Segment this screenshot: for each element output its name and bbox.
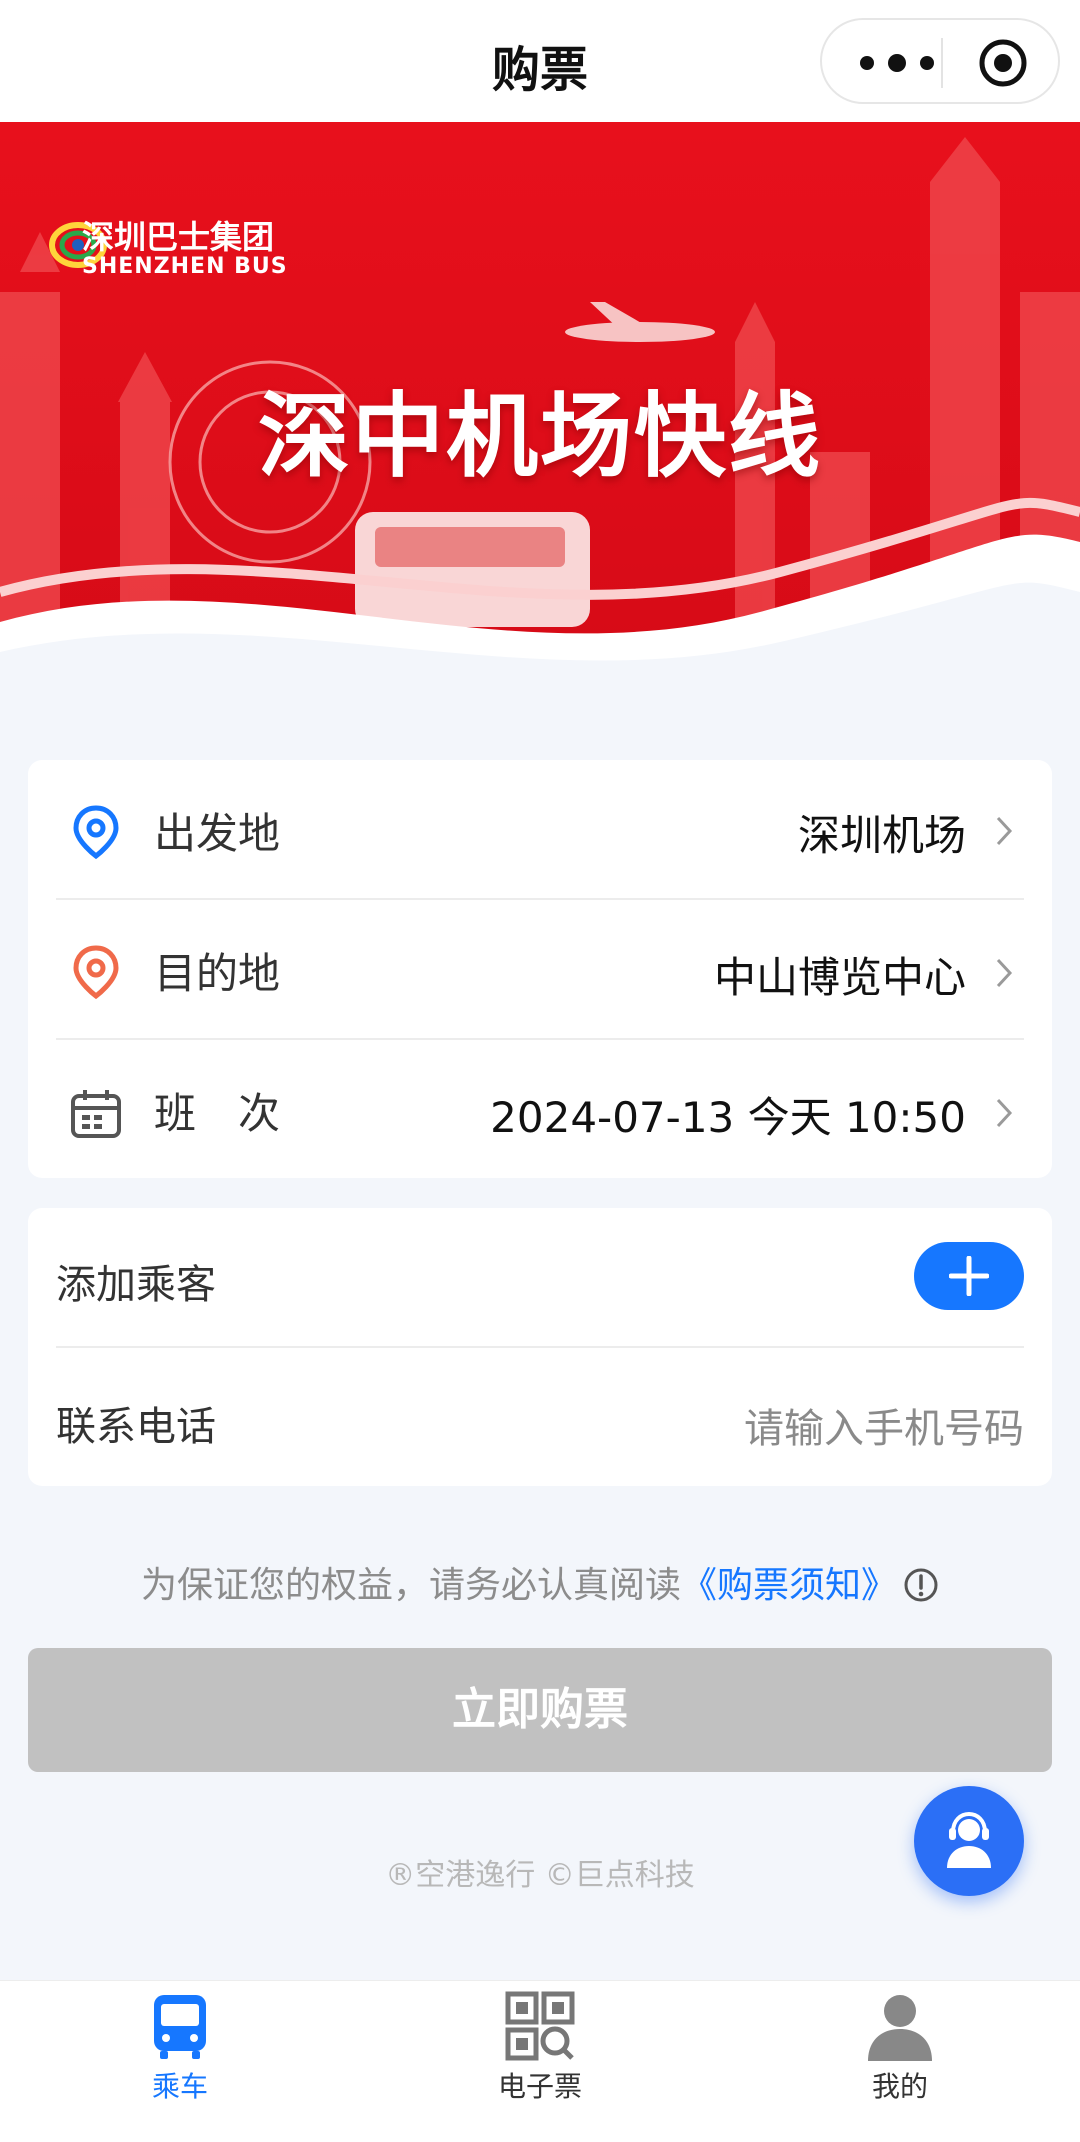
banner-image: 深圳巴士集团 SHENZHEN BUS 深中机场快线	[0, 122, 1080, 730]
phone-row: 联系电话 请输入手机号码	[28, 1348, 1052, 1486]
destination-label: 目的地	[154, 949, 281, 998]
phone-label: 联系电话	[56, 1404, 216, 1450]
close-miniprogram-icon[interactable]	[977, 37, 1029, 89]
destination-row[interactable]: 目的地 中山博览中心	[28, 900, 1052, 1040]
departure-label: 出发地	[154, 809, 281, 858]
banner-title: 深中机场快线	[257, 383, 822, 490]
info-icon[interactable]	[903, 1567, 939, 1603]
bus-icon	[154, 1995, 206, 2059]
calendar-icon	[71, 1090, 121, 1138]
logo-text-en: SHENZHEN BUS	[82, 254, 288, 279]
location-pin-icon	[73, 805, 119, 860]
schedule-row[interactable]: 班 次 2024-07-13 今天 10:50	[28, 1040, 1052, 1178]
tab-e-ticket-label: 电子票	[497, 2070, 582, 2103]
miniprogram-capsule	[820, 18, 1060, 104]
schedule-value: 2024-07-13 今天 10:50	[490, 1093, 966, 1142]
destination-pin-icon	[73, 945, 119, 1000]
user-icon	[868, 1995, 932, 2061]
qr-ticket-icon	[505, 1991, 575, 2061]
chevron-right-icon	[996, 816, 1013, 846]
tab-e-ticket[interactable]: 电子票	[440, 1991, 640, 2105]
add-passenger-button[interactable]	[914, 1242, 1024, 1310]
departure-row[interactable]: 出发地 深圳机场	[28, 760, 1052, 900]
purchase-notice: 为保证您的权益，请务必认真阅读《购票须知》	[0, 1556, 1080, 1608]
top-navigation-bar: 购票	[0, 0, 1080, 122]
departure-value: 深圳机场	[797, 811, 966, 860]
customer-service-button[interactable]	[914, 1786, 1024, 1896]
tab-mine-label: 我的	[871, 2070, 928, 2103]
tab-mine[interactable]: 我的	[800, 1991, 1000, 2105]
notice-text: 为保证您的权益，请务必认真阅读	[140, 1565, 681, 1606]
ticket-rules-link[interactable]: 《购票须知》	[681, 1565, 897, 1606]
schedule-label: 班 次	[154, 1089, 281, 1138]
add-passenger-row: 添加乘客	[28, 1208, 1052, 1348]
add-passenger-label: 添加乘客	[56, 1262, 216, 1308]
passenger-card: 添加乘客 联系电话 请输入手机号码	[28, 1208, 1052, 1486]
chevron-right-icon	[996, 958, 1013, 988]
bottom-tab-bar: 乘车 电子票 我的	[0, 1980, 1080, 2142]
capsule-divider	[941, 38, 943, 88]
more-options-icon[interactable]	[852, 46, 942, 80]
tab-ride-label: 乘车	[151, 2070, 208, 2103]
chevron-right-icon	[996, 1098, 1013, 1128]
logo-text-cn: 深圳巴士集团	[82, 218, 275, 256]
trip-selection-card: 出发地 深圳机场 目的地 中山博览中心 班 次 2024-07-13 今天 10…	[28, 760, 1052, 1178]
headset-agent-icon	[947, 1811, 991, 1868]
plus-icon	[949, 1256, 989, 1296]
buy-now-button[interactable]: 立即购票	[28, 1648, 1052, 1772]
tab-ride[interactable]: 乘车	[80, 1991, 280, 2105]
phone-input[interactable]: 请输入手机号码	[744, 1396, 1024, 1454]
destination-value: 中山博览中心	[713, 953, 966, 1002]
